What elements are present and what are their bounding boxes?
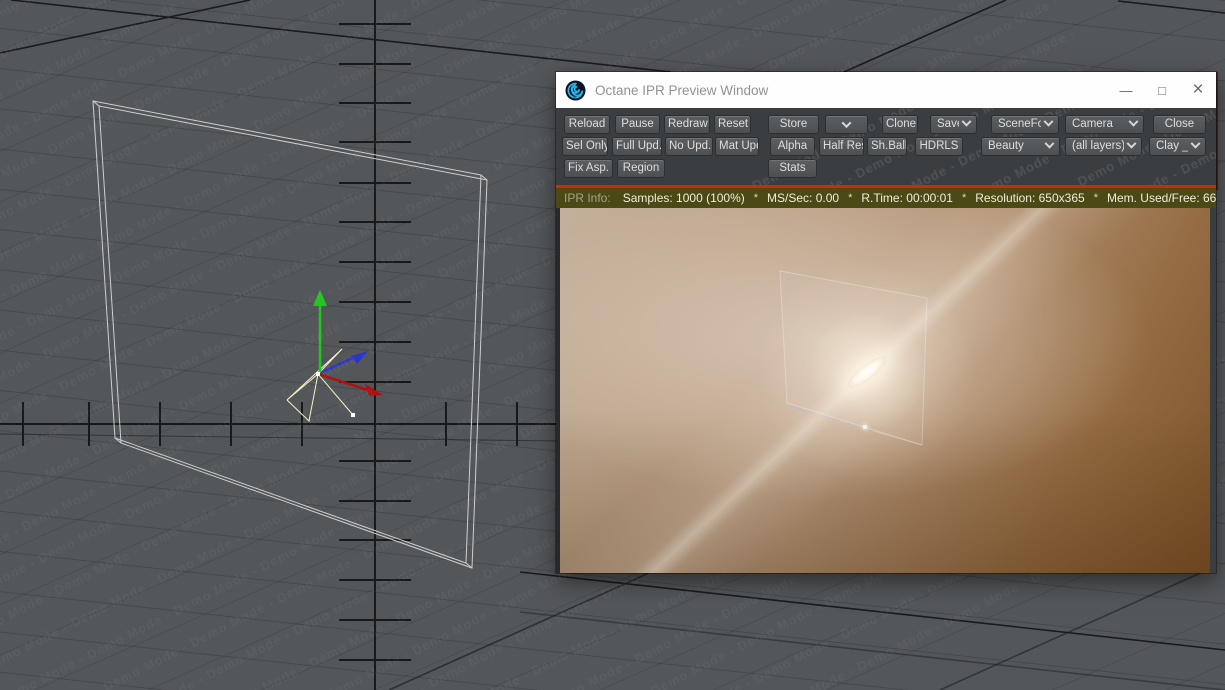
resolution-stat: Resolution: 650x365 (975, 191, 1085, 205)
screen: Demo Mode - Demo Mode - Demo Mode - Demo… (0, 0, 1225, 690)
y-axis-line (339, 0, 411, 690)
panel-edge-accent (1216, 72, 1218, 190)
fix-aspect-button[interactable]: Fix Asp. (564, 159, 613, 178)
ipr-info-bar: IPR Info: Samples: 1000 (100%) * MS/Sec:… (556, 185, 1216, 208)
z-axis-arrow[interactable] (317, 351, 368, 376)
shader-ball-button[interactable]: Sh.Ball (867, 137, 907, 156)
specular-dot (863, 425, 867, 429)
samples-stat: Samples: 1000 (100%) (622, 191, 745, 205)
scene-focus-dropdown[interactable]: SceneFoc_ (991, 115, 1059, 134)
chevron-down-icon (961, 116, 972, 127)
minimize-button[interactable]: — (1108, 72, 1144, 108)
sel-only-button[interactable]: Sel Only (562, 137, 608, 156)
window-title: Octane IPR Preview Window (595, 82, 769, 98)
layers-dropdown[interactable]: (all layers) (1065, 137, 1142, 156)
store-menu-button[interactable] (825, 115, 868, 134)
store-button[interactable]: Store (768, 115, 819, 134)
reset-button[interactable]: Reset (714, 115, 751, 134)
redraw-button[interactable]: Redraw (664, 115, 710, 134)
close-button[interactable]: Close (1153, 115, 1206, 134)
full-update-button[interactable]: Full Upd. (612, 137, 662, 156)
memory-stat: Mem. Used/Free: 662/6010 (1106, 191, 1216, 205)
title-bar[interactable]: Octane IPR Preview Window — □ × (556, 72, 1216, 108)
ipr-info-label: IPR Info: (564, 191, 611, 205)
window-body: Demo Mode - Demo Mode - Demo Mode - Demo… (556, 108, 1216, 573)
octane-ipr-window[interactable]: Octane IPR Preview Window — □ × Demo Mod… (556, 72, 1216, 573)
render-preview[interactable] (560, 208, 1210, 573)
render-pass-dropdown[interactable]: Beauty (981, 137, 1060, 156)
chevron-down-icon (1190, 138, 1201, 149)
clay-mode-dropdown[interactable]: Clay _ (1149, 137, 1206, 156)
pause-button[interactable]: Pause (615, 115, 660, 134)
reload-button[interactable]: Reload (564, 115, 610, 134)
chevron-down-icon (1043, 116, 1054, 127)
stats-button[interactable]: Stats (768, 159, 817, 178)
mat-update-button[interactable]: Mat Upd (715, 137, 759, 156)
rtime-stat: R.Time: 00:00:01 (861, 191, 953, 205)
clone-button[interactable]: Clone (882, 115, 918, 134)
alpha-button[interactable]: Alpha (770, 137, 815, 156)
save-dropdown[interactable]: Save _ (930, 115, 977, 134)
close-window-button[interactable]: × (1180, 72, 1216, 108)
camera-dropdown[interactable]: Camera (1065, 115, 1144, 134)
chevron-down-icon (1044, 138, 1055, 149)
plane-wireframe[interactable] (92, 100, 488, 569)
chevron-down-icon (841, 118, 852, 129)
half-res-button[interactable]: Half Res (819, 137, 864, 156)
origin-handle[interactable] (316, 372, 320, 376)
no-update-button[interactable]: No Upd. (665, 137, 713, 156)
x-axis-line (0, 402, 557, 446)
region-button[interactable]: Region (617, 159, 665, 178)
chevron-down-icon (1126, 138, 1137, 149)
y-axis-arrow[interactable] (313, 290, 327, 373)
hdrls-button[interactable]: HDRLS (915, 137, 963, 156)
mssec-stat: MS/Sec: 0.00 (767, 191, 840, 205)
window-controls: — □ × (1108, 72, 1216, 108)
chevron-down-icon (1128, 116, 1139, 127)
maximize-button[interactable]: □ (1144, 72, 1180, 108)
octane-logo-icon (565, 80, 586, 100)
